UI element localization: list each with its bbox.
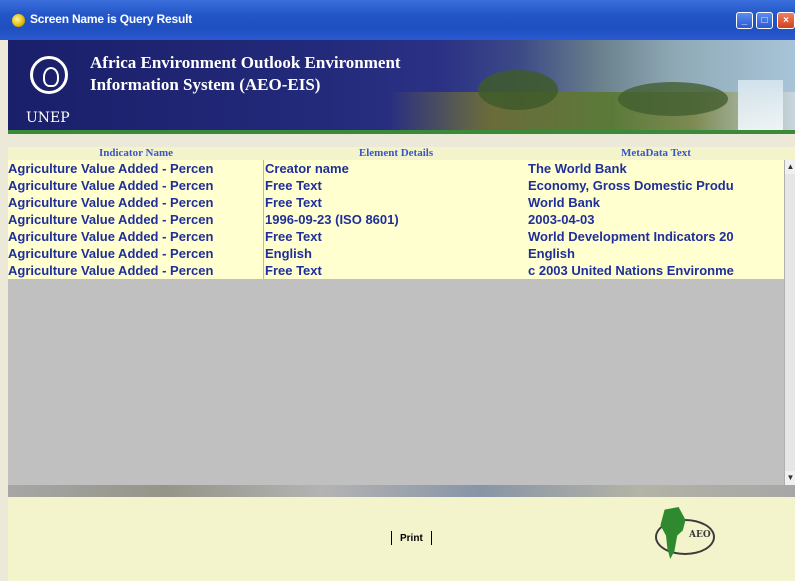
element-cell: 1996-09-23 (ISO 8601) xyxy=(265,212,399,227)
close-button[interactable]: × xyxy=(777,12,795,29)
metadata-cell: c 2003 United Nations Environme xyxy=(528,263,734,278)
element-cell: Free Text xyxy=(265,229,322,244)
indicator-cell: Agriculture Value Added - Percen xyxy=(8,177,264,194)
element-cell: Creator name xyxy=(265,161,349,176)
table-row[interactable]: Agriculture Value Added - Percen English… xyxy=(8,245,784,262)
banner-divider xyxy=(8,130,795,134)
element-cell: English xyxy=(265,246,312,261)
print-button[interactable]: Print xyxy=(400,533,423,544)
minimize-button[interactable]: _ xyxy=(736,12,753,29)
metadata-cell: The World Bank xyxy=(528,161,627,176)
indicator-cell: Agriculture Value Added - Percen xyxy=(8,160,264,177)
forest-icon xyxy=(618,82,728,116)
indicator-cell: Agriculture Value Added - Percen xyxy=(8,245,264,262)
table-row[interactable]: Agriculture Value Added - Percen Creator… xyxy=(8,160,784,177)
query-result-window: Screen Name is Query Result _ □ × UNEP A… xyxy=(0,0,795,581)
vertical-scrollbar[interactable]: ▲ ▼ xyxy=(784,160,795,485)
title-bar[interactable]: Screen Name is Query Result _ □ × xyxy=(0,0,795,40)
footer-panel: Print AEO xyxy=(8,497,795,581)
tree-icon xyxy=(478,70,558,110)
aeo-logo: AEO xyxy=(645,507,715,563)
header-banner: UNEP Africa Environment Outlook Environm… xyxy=(8,40,795,134)
metadata-cell: World Bank xyxy=(528,195,600,210)
table-row[interactable]: Agriculture Value Added - Percen Free Te… xyxy=(8,177,784,194)
unep-label: UNEP xyxy=(26,110,70,126)
close-icon: × xyxy=(783,15,789,26)
table-row[interactable]: Agriculture Value Added - Percen Free Te… xyxy=(8,228,784,245)
table-row[interactable]: Agriculture Value Added - Percen 1996-09… xyxy=(8,211,784,228)
separator xyxy=(430,531,432,546)
grid-header: Indicator Name Element Details MetaData … xyxy=(8,147,795,160)
app-icon xyxy=(12,14,25,27)
scroll-up-arrow-icon[interactable]: ▲ xyxy=(785,160,795,174)
column-header-metadata[interactable]: MetaData Text xyxy=(528,147,784,160)
query-result-grid[interactable]: Indicator Name Element Details MetaData … xyxy=(8,147,795,497)
scroll-down-arrow-icon[interactable]: ▼ xyxy=(785,471,795,485)
column-header-indicator[interactable]: Indicator Name xyxy=(8,147,264,160)
metadata-cell: English xyxy=(528,246,575,261)
separator xyxy=(391,531,392,546)
table-row[interactable]: Agriculture Value Added - Percen Free Te… xyxy=(8,262,784,279)
waterfall-icon xyxy=(738,80,783,130)
indicator-cell: Agriculture Value Added - Percen xyxy=(8,262,264,279)
metadata-cell: 2003-04-03 xyxy=(528,212,595,227)
element-cell: Free Text xyxy=(265,178,322,193)
metadata-cell: Economy, Gross Domestic Produ xyxy=(528,178,734,193)
minimize-icon: _ xyxy=(741,15,748,26)
column-header-element[interactable]: Element Details xyxy=(265,147,527,160)
aeo-logo-text: AEO xyxy=(689,530,711,540)
grid-rows: Agriculture Value Added - Percen Creator… xyxy=(8,160,784,279)
maximize-button[interactable]: □ xyxy=(756,12,773,29)
table-row[interactable]: Agriculture Value Added - Percen Free Te… xyxy=(8,194,784,211)
print-link-group: Print xyxy=(383,531,440,547)
element-cell: Free Text xyxy=(265,195,322,210)
window-title: Screen Name is Query Result xyxy=(30,12,193,26)
element-cell: Free Text xyxy=(265,263,322,278)
unep-logo-icon xyxy=(30,56,68,94)
metadata-cell: World Development Indicators 20 xyxy=(528,229,734,244)
indicator-cell: Agriculture Value Added - Percen xyxy=(8,228,264,245)
maximize-icon: □ xyxy=(761,15,768,26)
indicator-cell: Agriculture Value Added - Percen xyxy=(8,211,264,228)
decorative-strip xyxy=(8,485,795,497)
banner-title: Africa Environment Outlook Environment I… xyxy=(90,53,401,94)
banner-landscape xyxy=(388,92,795,130)
indicator-cell: Agriculture Value Added - Percen xyxy=(8,194,264,211)
